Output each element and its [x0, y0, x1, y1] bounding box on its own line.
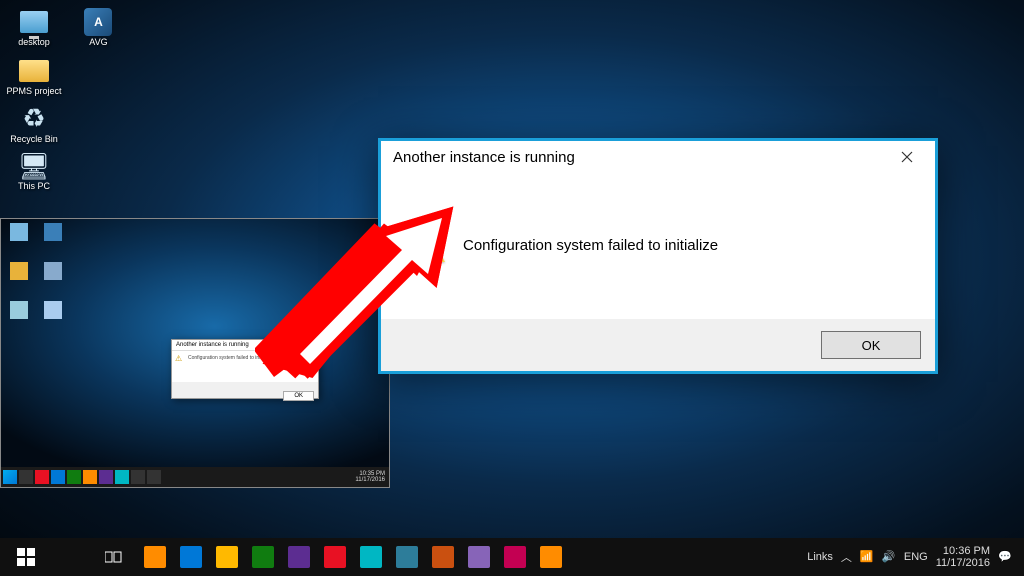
close-button[interactable]	[887, 143, 927, 171]
dialog-message: Configuration system failed to initializ…	[463, 237, 718, 254]
tray-time: 10:36 PM	[936, 545, 990, 557]
task-view-icon	[105, 550, 123, 564]
mini-dialog-message: Configuration system failed to initializ…	[172, 351, 318, 363]
ok-button[interactable]: OK	[821, 331, 921, 359]
desktop-icon-label: AVG	[89, 38, 107, 47]
taskbar-app[interactable]	[210, 541, 244, 573]
taskbar-app[interactable]	[318, 541, 352, 573]
desktop-icon	[18, 6, 50, 38]
desktop-icon-desktop[interactable]: desktop	[6, 6, 62, 47]
system-tray: Links ︿ 📶 🔊 ENG 10:36 PM 11/17/2016 💬	[807, 545, 1018, 569]
start-button[interactable]	[6, 541, 46, 573]
tray-clock[interactable]: 10:36 PM 11/17/2016	[936, 545, 990, 569]
dialog-title: Another instance is running	[393, 149, 887, 166]
taskbar-app[interactable]	[390, 541, 424, 573]
dialog-body: ! Configuration system failed to initial…	[381, 173, 935, 318]
action-center-icon[interactable]: 💬	[998, 550, 1012, 564]
folder-icon	[18, 55, 50, 87]
windows-icon	[17, 548, 35, 566]
desktop-icon-thispc[interactable]: 🖥 This PC	[6, 150, 62, 191]
tray-language[interactable]: ENG	[904, 551, 928, 563]
tray-chevron-icon[interactable]: ︿	[841, 549, 852, 565]
dialog-titlebar[interactable]: Another instance is running	[381, 141, 935, 173]
warning-icon: !	[405, 226, 445, 266]
desktop-icon-recycle[interactable]: ♻ Recycle Bin	[6, 103, 62, 144]
taskbar-app[interactable]	[462, 541, 496, 573]
taskbar-app[interactable]	[354, 541, 388, 573]
tray-date: 11/17/2016	[936, 557, 990, 569]
inset-taskbar: 10:35 PM11/17/2016	[1, 467, 389, 487]
mini-dialog: Another instance is running Configuratio…	[171, 339, 319, 399]
desktop-icon-label: This PC	[18, 182, 50, 191]
desktop-icon-label: desktop	[18, 38, 50, 47]
task-view-button[interactable]	[94, 541, 134, 573]
desktop-icon-label: Recycle Bin	[10, 135, 58, 144]
avg-icon: A	[82, 6, 114, 38]
error-dialog: Another instance is running ! Configurat…	[378, 138, 938, 374]
tray-network-icon[interactable]: 📶	[860, 550, 874, 564]
taskbar-app[interactable]	[174, 541, 208, 573]
taskbar-app[interactable]	[246, 541, 280, 573]
desktop-icon-label: PPMS project	[6, 87, 61, 96]
taskbar-app[interactable]	[426, 541, 460, 573]
cortana-button[interactable]	[50, 541, 90, 573]
taskbar: Links ︿ 📶 🔊 ENG 10:36 PM 11/17/2016 💬	[0, 538, 1024, 576]
taskbar-app[interactable]	[498, 541, 532, 573]
this-pc-icon: 🖥	[18, 150, 50, 182]
taskbar-app[interactable]	[534, 541, 568, 573]
inset-screenshot: Another instance is running Configuratio…	[0, 218, 390, 488]
close-icon	[901, 151, 913, 163]
taskbar-app[interactable]	[282, 541, 316, 573]
desktop-icon-avg[interactable]: A AVG	[70, 6, 126, 47]
taskbar-pinned-apps	[138, 541, 568, 573]
mini-dialog-title: Another instance is running	[172, 340, 318, 351]
taskbar-app[interactable]	[138, 541, 172, 573]
mini-ok-button: OK	[283, 391, 314, 401]
recycle-bin-icon: ♻	[18, 103, 50, 135]
desktop-icon-ppms[interactable]: PPMS project	[6, 55, 62, 96]
tray-volume-icon[interactable]: 🔊	[882, 550, 896, 564]
dialog-footer: OK	[381, 319, 935, 371]
desktop-icon-grid: desktop A AVG PPMS project ♻ Recycle Bin…	[6, 4, 136, 198]
tray-links-label[interactable]: Links	[807, 551, 833, 563]
